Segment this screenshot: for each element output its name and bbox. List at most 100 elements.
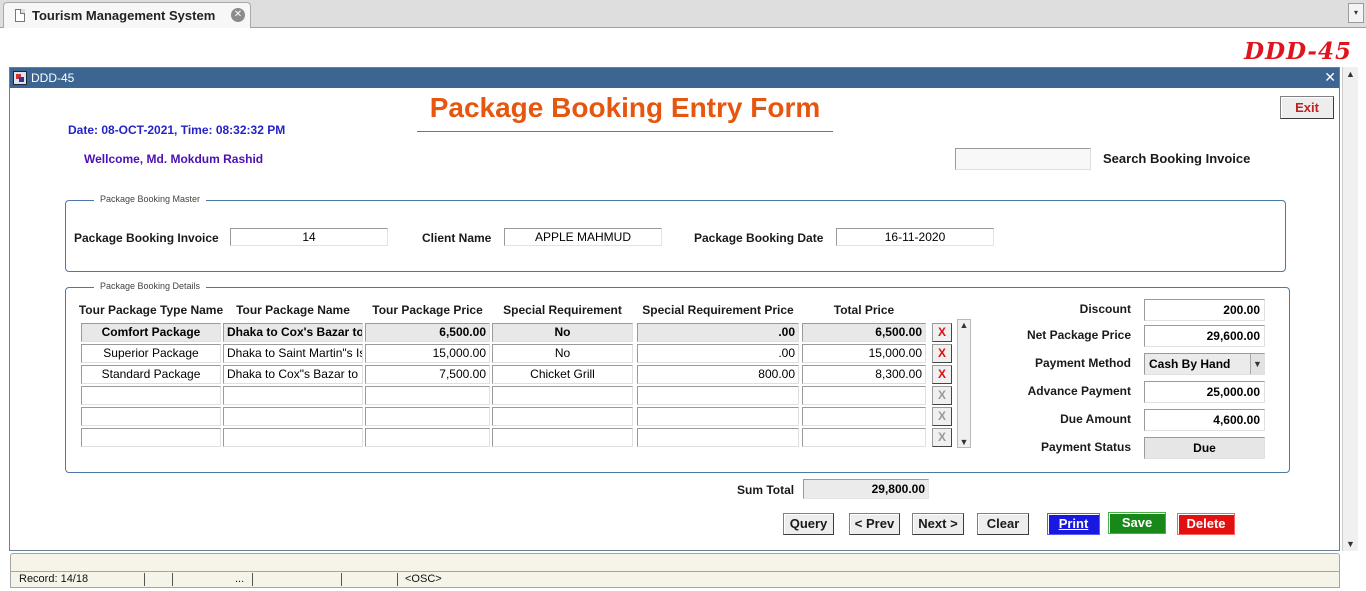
cell-package-type[interactable]: Standard Package (81, 365, 221, 384)
status-divider (144, 573, 145, 586)
page-scroll-up-icon[interactable]: ▲ (1343, 67, 1358, 79)
dropdown-chevron-icon[interactable]: ▼ (1250, 354, 1264, 374)
client-name-field[interactable]: APPLE MAHMUD (504, 228, 662, 246)
page-scroll-down-icon[interactable]: ▼ (1343, 539, 1358, 549)
details-group-legend: Package Booking Details (94, 281, 207, 291)
welcome-message: Wellcome, Md. Mokdum Rashid (84, 152, 264, 166)
title-underline (417, 131, 833, 132)
cell-package-type[interactable]: Superior Package (81, 344, 221, 363)
page-scrollbar[interactable]: ▲ ▼ (1342, 67, 1358, 551)
cell-special-requirement-price[interactable] (637, 407, 799, 426)
delete-row-button[interactable]: X (932, 365, 952, 384)
discount-label: Discount (1079, 302, 1131, 316)
cell-total-price[interactable]: 6,500.00 (802, 323, 926, 342)
cell-package-price[interactable] (365, 386, 490, 405)
col-header-package-name: Tour Package Name (236, 303, 350, 317)
col-header-package-price: Tour Package Price (372, 303, 483, 317)
cell-special-requirement-price[interactable]: .00 (637, 344, 799, 363)
delete-button[interactable]: Delete (1177, 513, 1235, 535)
cell-package-price[interactable]: 15,000.00 (365, 344, 490, 363)
due-amount-field[interactable]: 4,600.00 (1144, 409, 1265, 431)
cell-total-price[interactable]: 8,300.00 (802, 365, 926, 384)
search-booking-invoice-input[interactable] (955, 148, 1091, 170)
advance-payment-label: Advance Payment (1027, 384, 1131, 398)
payment-method-select[interactable]: Cash By Hand ▼ (1144, 353, 1265, 375)
status-ellipsis: ... (235, 573, 245, 585)
delete-row-button[interactable]: X (932, 428, 952, 447)
cell-special-requirement[interactable]: No (492, 344, 633, 363)
clear-button[interactable]: Clear (977, 513, 1029, 535)
save-button[interactable]: Save (1108, 512, 1166, 534)
cell-special-requirement-price[interactable]: .00 (637, 323, 799, 342)
cell-special-requirement[interactable] (492, 386, 633, 405)
cell-package-name[interactable]: Dhaka to Cox's Bazar to (223, 323, 363, 342)
exit-button[interactable]: Exit (1280, 96, 1334, 119)
form-title: Package Booking Entry Form (429, 92, 821, 123)
payment-status-field[interactable]: Due (1144, 437, 1265, 459)
window-titlebar: DDD-45 ✕ (10, 68, 1339, 88)
delete-row-button[interactable]: X (932, 407, 952, 426)
cell-special-requirement[interactable]: No (492, 323, 633, 342)
date-time-display: Date: 08-OCT-2021, Time: 08:32:32 PM (68, 123, 286, 137)
booking-date-field[interactable]: 16-11-2020 (836, 228, 994, 246)
package-booking-master-group: Package Booking Master Package Booking I… (65, 194, 1286, 272)
cell-special-requirement[interactable]: Chicket Grill (492, 365, 633, 384)
tab-list-dropdown-icon[interactable]: ▾ (1348, 3, 1364, 23)
discount-field[interactable]: 200.00 (1144, 299, 1265, 321)
delete-row-button[interactable]: X (932, 386, 952, 405)
status-divider (341, 573, 342, 586)
due-amount-label: Due Amount (1060, 412, 1131, 426)
cell-total-price[interactable] (802, 386, 926, 405)
cell-total-price[interactable]: 15,000.00 (802, 344, 926, 363)
sum-total-field[interactable]: 29,800.00 (803, 479, 929, 499)
cell-package-price[interactable] (365, 407, 490, 426)
cell-special-requirement-price[interactable]: 800.00 (637, 365, 799, 384)
cell-package-type[interactable] (81, 386, 221, 405)
oracle-forms-icon (13, 71, 27, 85)
brand-logo-text: DDD-45 (1244, 38, 1352, 65)
record-indicator: Record: 14/18 (19, 573, 89, 585)
next-button[interactable]: Next > (912, 513, 964, 535)
cell-package-price[interactable] (365, 428, 490, 447)
cell-package-name[interactable] (223, 386, 363, 405)
col-header-total-price: Total Price (833, 303, 895, 317)
booking-invoice-label: Package Booking Invoice (74, 231, 219, 245)
cell-package-price[interactable]: 6,500.00 (365, 323, 490, 342)
cell-special-requirement-price[interactable] (637, 386, 799, 405)
cell-special-requirement[interactable] (492, 407, 633, 426)
document-icon (15, 9, 25, 22)
browser-tab[interactable]: Tourism Management System ✕ (3, 2, 251, 28)
status-divider (397, 573, 398, 586)
browser-tab-title: Tourism Management System (32, 8, 216, 23)
col-header-package-type: Tour Package Type Name (78, 303, 224, 317)
window-close-icon[interactable]: ✕ (1324, 69, 1336, 86)
sum-total-label: Sum Total (737, 483, 795, 497)
cell-total-price[interactable] (802, 428, 926, 447)
net-package-price-field[interactable]: 29,600.00 (1144, 325, 1265, 347)
cell-special-requirement[interactable] (492, 428, 633, 447)
booking-invoice-field[interactable]: 14 (230, 228, 388, 246)
cell-package-type[interactable] (81, 428, 221, 447)
cell-package-type[interactable]: Comfort Package (81, 323, 221, 342)
payment-method-label: Payment Method (1034, 356, 1131, 370)
payment-method-value: Cash By Hand (1149, 357, 1231, 371)
delete-row-button[interactable]: X (932, 323, 952, 342)
query-button[interactable]: Query (783, 513, 834, 535)
delete-row-button[interactable]: X (932, 344, 952, 363)
cell-package-name[interactable] (223, 428, 363, 447)
cell-special-requirement-price[interactable] (637, 428, 799, 447)
advance-payment-field[interactable]: 25,000.00 (1144, 381, 1265, 403)
cell-package-name[interactable] (223, 407, 363, 426)
cell-package-name[interactable]: Dhaka to Saint Martin"s Is (223, 344, 363, 363)
col-header-special-requirement: Special Requirement (503, 303, 622, 317)
cell-package-name[interactable]: Dhaka to Cox"s Bazar to I (223, 365, 363, 384)
cell-total-price[interactable] (802, 407, 926, 426)
cell-package-price[interactable]: 7,500.00 (365, 365, 490, 384)
prev-button[interactable]: < Prev (849, 513, 900, 535)
print-button[interactable]: Print (1047, 513, 1100, 535)
status-divider (172, 573, 173, 586)
message-line (10, 553, 1340, 571)
cell-package-type[interactable] (81, 407, 221, 426)
window-title: DDD-45 (31, 71, 75, 85)
tab-close-icon[interactable]: ✕ (231, 8, 245, 22)
